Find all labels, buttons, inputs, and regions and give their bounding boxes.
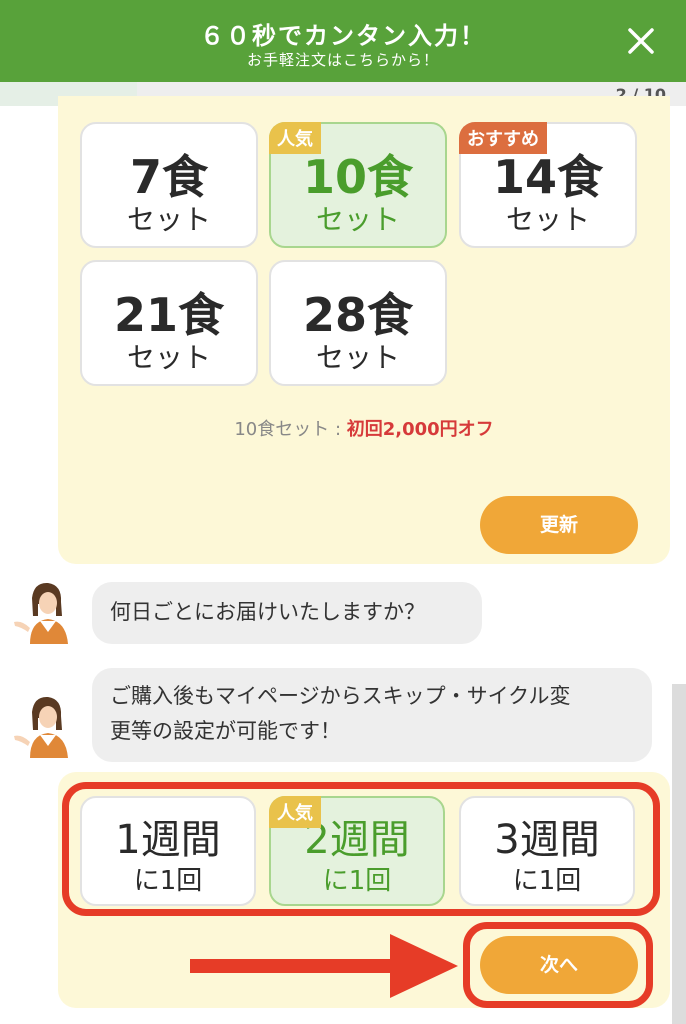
frequency-highlight-box (62, 782, 660, 916)
meal-set-unit: セット (315, 341, 400, 374)
header-subtitle: お手軽注文はこちらから！ (246, 51, 439, 69)
update-button[interactable]: 更新 (480, 496, 638, 554)
chat-bubble-question: 何日ごとにお届けいたしますか？ (92, 582, 482, 644)
meal-set-option-10[interactable]: 人気 10食 セット (269, 122, 447, 248)
close-icon[interactable] (626, 26, 656, 56)
chat-bubble-info-line-1: ご購入後もマイページからスキップ・サイクル変 (110, 684, 571, 708)
meal-set-count: 21食 (113, 288, 224, 342)
chat-bubble-info: ご購入後もマイページからスキップ・サイクル変 更等の設定が可能です！ (92, 668, 652, 762)
meal-set-unit: セット (126, 341, 211, 374)
operator-avatar-icon (14, 582, 68, 644)
meal-set-option-14[interactable]: おすすめ 14食 セット (459, 122, 637, 248)
header: ６０秒でカンタン入力！ お手軽注文はこちらから！ (0, 0, 686, 82)
discount-note-label: 10食セット : (234, 419, 347, 440)
meal-set-count: 28食 (302, 288, 413, 342)
meal-set-count: 10食 (302, 150, 413, 204)
recommend-badge: おすすめ (459, 122, 547, 154)
meal-set-unit: セット (505, 203, 590, 236)
meal-set-unit: セット (126, 203, 211, 236)
header-title: ６０秒でカンタン入力！ (200, 22, 486, 50)
meal-set-option-7[interactable]: 7食 セット (80, 122, 258, 248)
discount-note: 10食セット : 初回2,000円オフ (58, 415, 670, 441)
operator-avatar-icon (14, 696, 68, 758)
meal-set-unit: セット (315, 203, 400, 236)
arrow-right-icon (190, 934, 458, 998)
meal-set-count: 7食 (129, 150, 208, 204)
next-highlight-box (463, 922, 653, 1008)
meal-set-count: 14食 (492, 150, 603, 204)
meal-set-option-21[interactable]: 21食 セット (80, 260, 258, 386)
popular-badge: 人気 (269, 122, 321, 154)
meal-set-option-28[interactable]: 28食 セット (269, 260, 447, 386)
scrollbar[interactable] (672, 684, 686, 1024)
chat-bubble-info-line-2: 更等の設定が可能です！ (110, 719, 341, 743)
discount-highlight: 初回2,000円オフ (346, 419, 494, 440)
